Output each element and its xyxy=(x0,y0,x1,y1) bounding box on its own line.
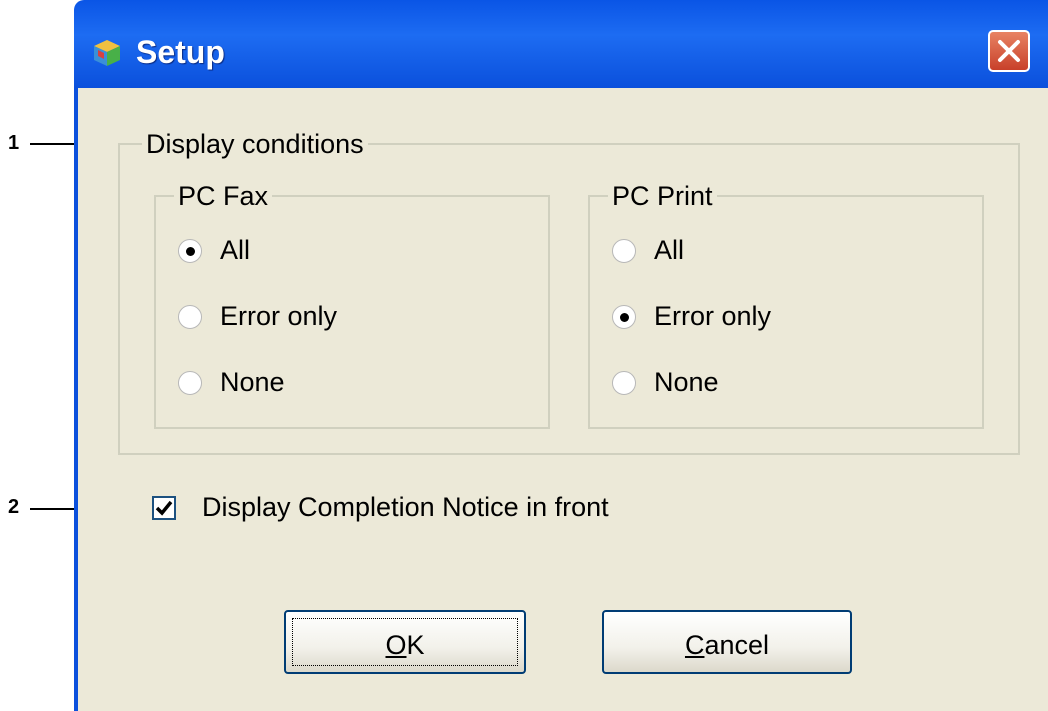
window-title: Setup xyxy=(136,34,225,70)
pc-print-group: PC Print All Error only None xyxy=(588,181,984,429)
ok-button[interactable]: OK xyxy=(284,610,526,674)
dialog-body: Display conditions PC Fax All Error only… xyxy=(74,88,1048,711)
cancel-button[interactable]: Cancel xyxy=(602,610,852,674)
pc-fax-label: PC Fax xyxy=(174,181,273,212)
pc-print-none-label[interactable]: None xyxy=(654,367,719,398)
display-conditions-group: Display conditions PC Fax All Error only… xyxy=(118,129,1020,455)
display-conditions-label: Display conditions xyxy=(142,129,368,160)
callout-number-2: 2 xyxy=(8,496,20,518)
pc-print-all-label[interactable]: All xyxy=(654,235,684,266)
ok-button-label: OK xyxy=(385,630,425,660)
pc-fax-group: PC Fax All Error only None xyxy=(154,181,550,429)
pc-print-none-radio[interactable] xyxy=(612,371,636,395)
pc-fax-none-radio[interactable] xyxy=(178,371,202,395)
setup-dialog: Setup Display conditions PC Fax All Erro… xyxy=(74,0,1048,711)
radio-selected-dot xyxy=(186,247,195,256)
close-button[interactable] xyxy=(988,30,1030,72)
radio-selected-dot xyxy=(620,313,629,322)
setup-cube-icon xyxy=(92,38,122,68)
pc-print-error-only-label[interactable]: Error only xyxy=(654,301,771,332)
pc-fax-error-only-label[interactable]: Error only xyxy=(220,301,337,332)
pc-print-label: PC Print xyxy=(608,181,717,212)
pc-fax-error-only-radio[interactable] xyxy=(178,305,202,329)
completion-notice-label[interactable]: Display Completion Notice in front xyxy=(202,492,609,523)
close-x-icon xyxy=(998,40,1020,62)
pc-fax-all-radio[interactable] xyxy=(178,239,202,263)
title-bar[interactable]: Setup xyxy=(74,0,1048,88)
pc-print-error-only-radio[interactable] xyxy=(612,305,636,329)
completion-notice-checkbox[interactable] xyxy=(152,496,176,520)
cancel-button-label: Cancel xyxy=(684,630,770,660)
pc-fax-none-label[interactable]: None xyxy=(220,367,285,398)
checkmark-icon xyxy=(155,500,173,516)
pc-print-all-radio[interactable] xyxy=(612,239,636,263)
callout-number-1: 1 xyxy=(8,132,20,154)
pc-fax-all-label[interactable]: All xyxy=(220,235,250,266)
